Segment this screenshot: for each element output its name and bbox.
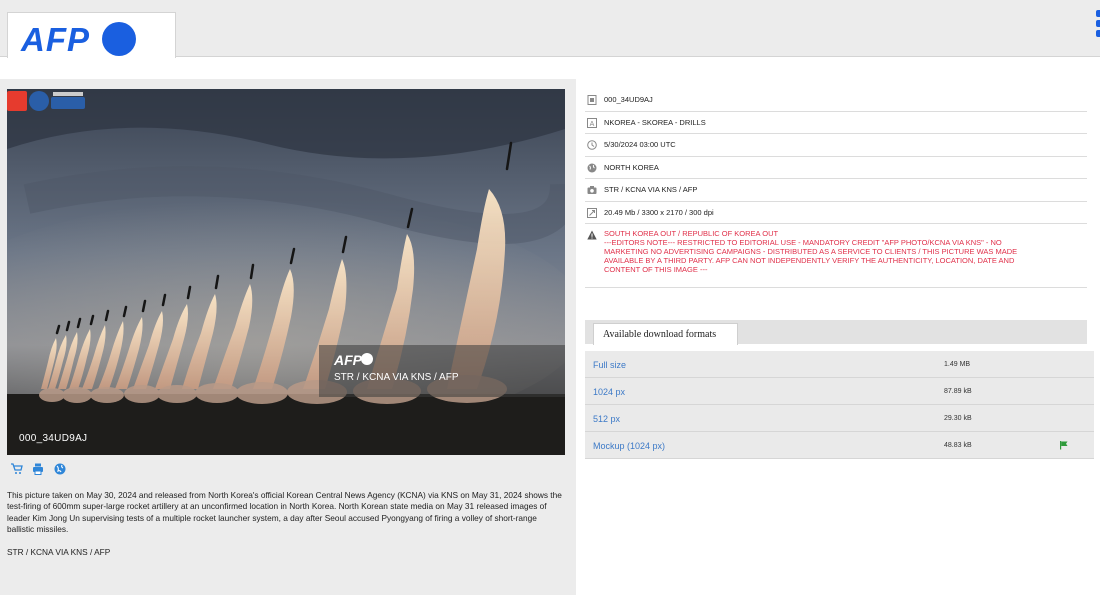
- news-photo[interactable]: AFP STR / KCNA VIA KNS / AFP 000_34UD9AJ: [7, 89, 565, 455]
- overlay-credit: STR / KCNA VIA KNS / AFP: [334, 372, 459, 383]
- resize-icon: [587, 207, 597, 218]
- text-icon: A: [587, 117, 597, 128]
- globe-icon[interactable]: [54, 463, 66, 475]
- download-formats-table: Full size 1.49 MB 1024 px 87.89 kB 512 p…: [585, 351, 1094, 459]
- globe-icon: [587, 163, 597, 172]
- download-formats-tab[interactable]: Available download formats: [593, 323, 738, 345]
- photo-metadata: 000_34UD9AJ A NKOREA - SKOREA - DRILLS 5…: [585, 89, 1087, 288]
- photo-credit-overlay: AFP STR / KCNA VIA KNS / AFP: [319, 345, 565, 397]
- download-row[interactable]: Mockup (1024 px) 48.83 kB: [585, 432, 1094, 459]
- camera-icon: [587, 186, 597, 194]
- logo-tab[interactable]: AFP: [7, 12, 176, 58]
- print-icon[interactable]: [32, 463, 44, 475]
- photo-caption: This picture taken on May 30, 2024 and r…: [7, 490, 562, 534]
- image-panel: AFP STR / KCNA VIA KNS / AFP 000_34UD9AJ…: [0, 79, 576, 595]
- photo-id-label: 000_34UD9AJ: [19, 433, 88, 444]
- caption-credit: STR / KCNA VIA KNS / AFP: [7, 547, 111, 557]
- meta-date-row: 5/30/2024 03:00 UTC: [585, 134, 1087, 157]
- download-link-1024[interactable]: 1024 px: [593, 387, 625, 397]
- meta-restrictions: SOUTH KOREA OUT / REPUBLIC OF KOREA OUT …: [604, 229, 1018, 274]
- download-row[interactable]: 1024 px 87.89 kB: [585, 378, 1094, 405]
- download-row[interactable]: 512 px 29.30 kB: [585, 405, 1094, 432]
- rocket-launch-image: [7, 89, 565, 455]
- download-formats-header: Available download formats: [585, 320, 1087, 345]
- afp-logo-dot: [102, 22, 136, 56]
- download-link-512[interactable]: 512 px: [593, 414, 620, 424]
- overlay-logo-dot: [361, 353, 373, 365]
- meta-headline-row: A NKOREA - SKOREA - DRILLS: [585, 112, 1087, 134]
- meta-id-row: 000_34UD9AJ: [585, 89, 1087, 112]
- meta-datetime: 5/30/2024 03:00 UTC: [604, 140, 676, 149]
- download-size: 87.89 kB: [944, 388, 972, 395]
- overlay-afp-logo: AFP: [334, 352, 362, 368]
- top-header: AFP: [0, 0, 1100, 58]
- download-size: 1.49 MB: [944, 361, 971, 368]
- meta-file-row: 20.49 Mb / 3300 x 2170 / 300 dpi: [585, 202, 1087, 224]
- meta-headline: NKOREA - SKOREA - DRILLS: [604, 117, 706, 127]
- meta-id: 000_34UD9AJ: [604, 95, 653, 104]
- afp-logo[interactable]: AFP: [21, 21, 90, 59]
- download-link-full-size[interactable]: Full size: [593, 360, 626, 370]
- meta-credit: STR / KCNA VIA KNS / AFP: [604, 185, 698, 194]
- meta-restrictions-row: SOUTH KOREA OUT / REPUBLIC OF KOREA OUT …: [585, 224, 1087, 288]
- cart-icon[interactable]: [11, 463, 23, 475]
- edge-menu-icon[interactable]: [1096, 10, 1100, 44]
- meta-location: NORTH KOREA: [604, 162, 659, 172]
- svg-text:A: A: [590, 121, 595, 128]
- download-row[interactable]: Full size 1.49 MB: [585, 351, 1094, 378]
- download-link-mockup[interactable]: Mockup (1024 px): [593, 441, 665, 451]
- flag-icon[interactable]: [1059, 440, 1069, 450]
- meta-file-info: 20.49 Mb / 3300 x 2170 / 300 dpi: [604, 207, 714, 217]
- meta-credit-row: STR / KCNA VIA KNS / AFP: [585, 179, 1087, 202]
- download-size: 48.83 kB: [944, 442, 972, 449]
- kcna-logo: [7, 91, 85, 111]
- warning-icon: [587, 230, 597, 240]
- document-icon: [587, 95, 597, 105]
- clock-icon: [587, 140, 597, 150]
- meta-location-row: NORTH KOREA: [585, 157, 1087, 179]
- download-size: 29.30 kB: [944, 415, 972, 422]
